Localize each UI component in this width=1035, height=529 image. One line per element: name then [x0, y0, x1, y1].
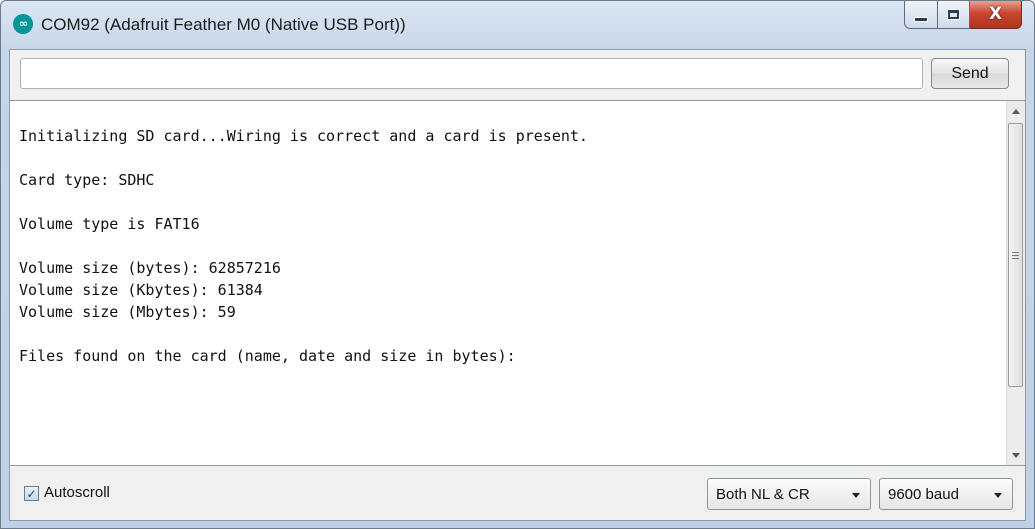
scroll-up-button[interactable] [1007, 101, 1025, 121]
window-controls: X [904, 1, 1022, 31]
maximize-button[interactable] [938, 1, 970, 29]
scroll-thumb[interactable] [1008, 123, 1023, 387]
serial-monitor-client: Send Initializing SD card...Wiring is co… [9, 49, 1026, 521]
baud-rate-select[interactable]: 9600 baud [879, 478, 1013, 510]
minimize-button[interactable] [904, 1, 938, 29]
autoscroll-checkbox[interactable]: ✓ [24, 486, 39, 501]
line-ending-select[interactable]: Both NL & CR [707, 478, 871, 510]
dropdown-arrow-icon [994, 493, 1002, 498]
send-button[interactable]: Send [931, 58, 1009, 89]
close-button[interactable]: X [970, 1, 1022, 29]
output-line: Volume size (Kbytes): 61384 [19, 281, 263, 299]
minimize-icon [915, 17, 927, 21]
vertical-scrollbar[interactable] [1006, 101, 1025, 465]
arrow-up-icon [1012, 108, 1020, 114]
output-lines: Initializing SD card...Wiring is correct… [19, 125, 989, 367]
scroll-down-button[interactable] [1007, 445, 1025, 465]
close-icon: X [988, 4, 1003, 24]
serial-monitor-window: ∞ COM92 (Adafruit Feather M0 (Native USB… [0, 0, 1035, 529]
baud-rate-value: 9600 baud [888, 485, 959, 503]
autoscroll-label: Autoscroll [44, 484, 110, 501]
window-title: COM92 (Adafruit Feather M0 (Native USB P… [41, 15, 406, 34]
serial-output-area[interactable]: Initializing SD card...Wiring is correct… [10, 100, 1025, 466]
output-line: Volume type is FAT16 [19, 215, 200, 233]
output-line: Card type: SDHC [19, 171, 155, 189]
line-ending-value: Both NL & CR [716, 485, 810, 503]
output-line: Initializing SD card...Wiring is correct… [19, 127, 588, 145]
checkmark-icon: ✓ [26, 486, 37, 501]
status-bar: ✓ Autoscroll Both NL & CR 9600 baud [10, 468, 1025, 520]
output-line: Volume size (bytes): 62857216 [19, 259, 281, 277]
title-bar[interactable]: ∞ COM92 (Adafruit Feather M0 (Native USB… [1, 1, 1034, 49]
dropdown-arrow-icon [852, 493, 860, 498]
output-line: Files found on the card (name, date and … [19, 347, 516, 365]
arduino-logo-icon: ∞ [13, 14, 33, 34]
output-line: Volume size (Mbytes): 59 [19, 303, 236, 321]
grip-icon [1012, 251, 1019, 259]
maximize-icon [948, 10, 959, 19]
arrow-down-icon [1012, 452, 1020, 458]
send-input[interactable] [20, 58, 923, 89]
